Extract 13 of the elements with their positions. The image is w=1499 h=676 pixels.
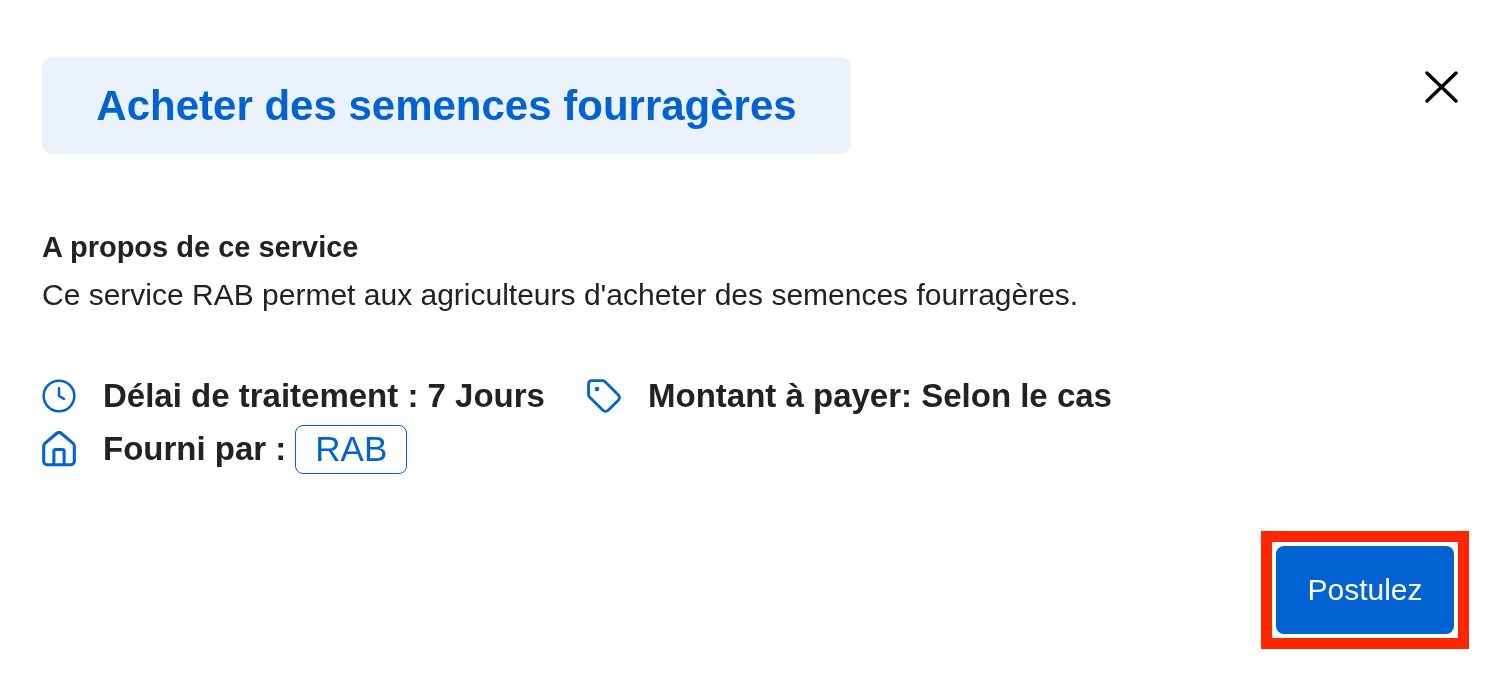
house-icon bbox=[42, 431, 76, 467]
detail-label: Délai de traitement : 7 Jours bbox=[103, 377, 545, 415]
close-button[interactable] bbox=[1425, 71, 1458, 103]
apply-button[interactable]: Postulez bbox=[1276, 546, 1454, 634]
close-icon bbox=[1425, 71, 1458, 103]
section-heading: A propos de ce service bbox=[42, 230, 360, 265]
tag-icon bbox=[587, 379, 621, 413]
provider-tag: RAB bbox=[295, 424, 408, 474]
detail-label: Fourni par : bbox=[103, 430, 287, 468]
service-description: Ce service RAB permet aux agriculteurs d'acheter des semences fourragères. bbox=[42, 277, 1080, 313]
dialog-title: Acheter des semences fourragères bbox=[42, 57, 851, 154]
clock-icon bbox=[42, 379, 76, 413]
detail-label: Montant à payer: Selon le cas bbox=[648, 377, 1112, 415]
